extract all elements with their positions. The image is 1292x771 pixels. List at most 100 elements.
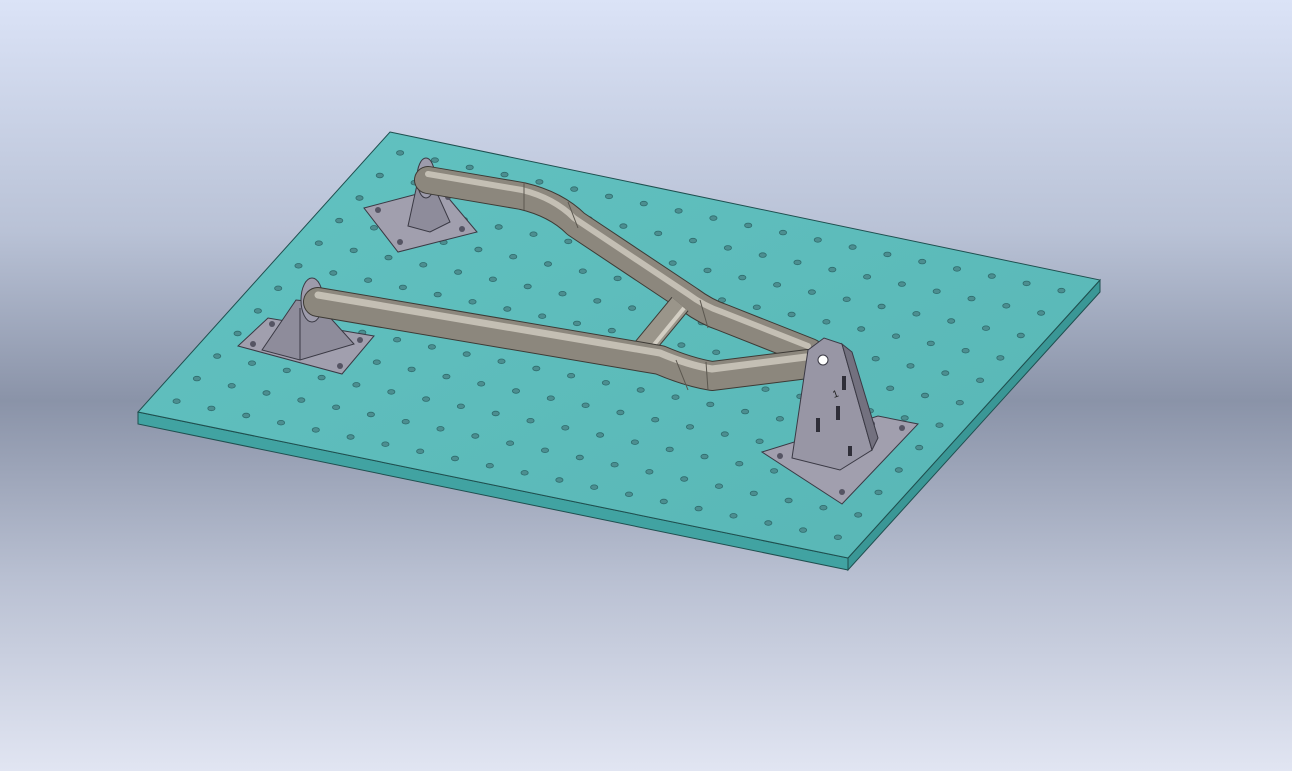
plate-hole: [689, 237, 698, 244]
plate-hole: [787, 311, 796, 318]
plate-hole: [886, 385, 895, 391]
plate-hole: [477, 381, 486, 387]
plate-hole: [575, 454, 584, 461]
plate-hole: [645, 469, 654, 475]
plate-hole: [294, 263, 303, 269]
plate-hole: [668, 260, 677, 266]
plate-hole: [897, 281, 906, 287]
plate-hole: [779, 229, 788, 236]
plate-hole: [366, 411, 375, 418]
plate-hole: [770, 468, 779, 474]
bracket-bolt-hole: [337, 363, 343, 369]
plate-hole: [723, 245, 732, 251]
plate-hole: [744, 222, 753, 229]
plate-hole: [564, 238, 573, 245]
plate-hole: [601, 380, 610, 386]
plate-hole: [262, 390, 271, 396]
plate-hole: [848, 244, 857, 250]
bracket-bolt-hole: [899, 425, 905, 431]
plate-hole: [276, 420, 285, 426]
plate-hole: [396, 150, 405, 156]
plate-hole: [375, 172, 384, 179]
plate-hole: [593, 298, 602, 304]
plate-hole: [677, 342, 686, 348]
plate-hole: [491, 410, 500, 417]
model-scene[interactable]: 1: [0, 0, 1292, 771]
plate-hole: [654, 230, 663, 237]
plate-hole: [578, 268, 587, 274]
plate-hole: [561, 425, 570, 431]
plate-hole: [442, 373, 451, 380]
plate-hole: [247, 360, 256, 366]
plate-hole: [883, 251, 892, 258]
plate-hole: [384, 254, 393, 261]
plate-hole: [671, 394, 680, 400]
bracket-slot: [816, 418, 820, 432]
plate-hole: [317, 374, 326, 381]
plate-hole: [213, 353, 222, 359]
plate-hole: [494, 224, 503, 230]
plate-hole: [419, 262, 428, 268]
bracket-bolt-hole: [250, 341, 256, 347]
plate-hole: [616, 409, 625, 416]
plate-hole: [955, 400, 964, 406]
plate-hole: [1022, 280, 1031, 287]
plate-hole: [651, 417, 660, 423]
plate-hole: [857, 326, 866, 332]
plate-hole: [926, 340, 935, 347]
plate-hole: [329, 270, 338, 276]
plate-hole: [636, 387, 645, 393]
plate-hole: [813, 237, 822, 243]
plate-hole: [764, 520, 773, 526]
plate-hole: [921, 392, 930, 399]
plate-hole: [436, 426, 445, 432]
plate-hole: [355, 195, 364, 201]
plate-hole: [520, 470, 529, 476]
plate-hole: [430, 157, 439, 163]
plate-hole: [639, 200, 648, 207]
plate-hole: [906, 363, 915, 369]
plate-hole: [509, 254, 518, 260]
plate-hole: [532, 365, 541, 372]
plate-hole: [474, 246, 483, 253]
plate-hole: [581, 402, 590, 408]
plate-hole: [833, 534, 842, 540]
plate-hole: [352, 382, 361, 388]
plate-hole: [172, 398, 181, 404]
plate-hole: [619, 223, 628, 229]
plate-hole: [1016, 332, 1025, 339]
plate-hole: [416, 448, 425, 454]
plate-hole: [450, 455, 459, 462]
plate-hole: [694, 505, 703, 512]
plate-hole: [364, 277, 373, 283]
plate-hole: [709, 215, 718, 221]
plate-hole: [529, 231, 538, 237]
plate-hole: [590, 484, 599, 490]
plate-hole: [570, 186, 579, 192]
plate-hole: [335, 217, 344, 224]
3d-viewport[interactable]: 1: [0, 0, 1292, 771]
plate-hole: [346, 434, 355, 440]
plate-hole: [775, 416, 784, 422]
plate-hole: [773, 282, 782, 288]
plate-hole: [982, 325, 991, 331]
plate-hole: [874, 489, 883, 496]
plate-hole: [659, 498, 668, 505]
plate-hole: [720, 431, 729, 437]
plate-hole: [468, 299, 477, 305]
plate-hole: [465, 164, 474, 171]
plate-hole: [953, 266, 962, 272]
plate-hole: [674, 208, 683, 214]
plate-hole: [253, 308, 262, 314]
bracket-slot: [848, 446, 852, 456]
plate-hole: [233, 330, 242, 337]
plate-hole: [555, 477, 564, 483]
plate-hole: [630, 439, 639, 445]
bracket-bolt-hole: [777, 453, 783, 459]
plate-hole: [738, 274, 747, 281]
plate-hole: [877, 303, 886, 310]
plate-hole: [523, 283, 532, 290]
plate-hole: [596, 432, 605, 438]
plate-hole: [427, 344, 436, 350]
plate-hole: [700, 453, 709, 460]
